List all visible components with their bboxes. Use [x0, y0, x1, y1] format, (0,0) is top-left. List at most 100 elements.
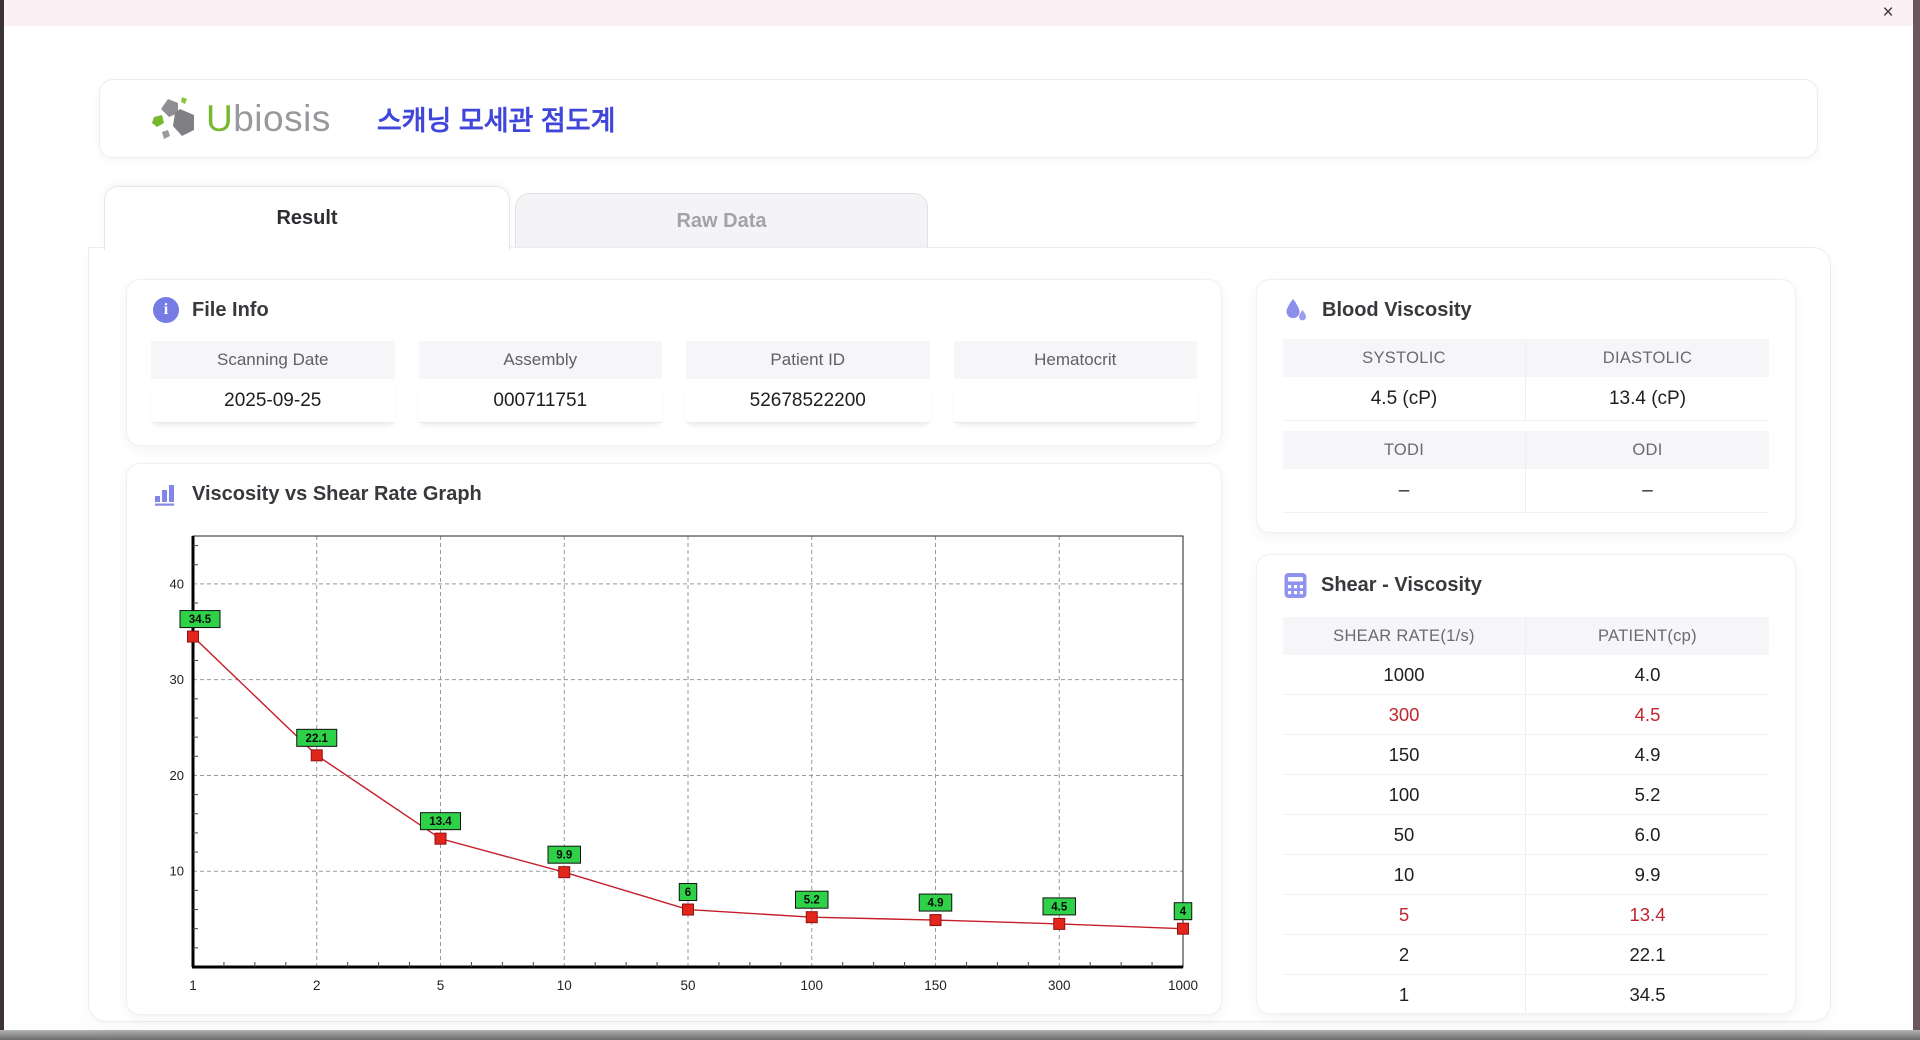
- blood-viscosity-card: Blood Viscosity SYSTOLIC DIASTOLIC 4.5 (cP…: [1256, 279, 1796, 533]
- svg-text:4.9: 4.9: [928, 898, 944, 910]
- file-info-field-label: Assembly: [418, 341, 662, 379]
- viscosity-chart: 10 20 30 40 1 2 5 10 50 100 150 300 1000 34.5 22.1 13.4…: [153, 524, 1213, 1004]
- patient-viscosity-cell: 4.0: [1634, 663, 1661, 685]
- blood-viscosity-table: SYSTOLIC DIASTOLIC 4.5 (cP) 13.4 (cP): [1283, 339, 1769, 421]
- svg-text:9.9: 9.9: [556, 850, 572, 862]
- svg-text:10: 10: [170, 864, 184, 879]
- svg-text:34.5: 34.5: [189, 614, 212, 626]
- table-row: 50 6.0: [1283, 815, 1769, 855]
- patient-viscosity-cell: 5.2: [1634, 783, 1661, 805]
- svg-text:1000: 1000: [1168, 978, 1198, 993]
- shear-rate-column-header: SHEAR RATE(1/s): [1283, 617, 1526, 655]
- file-info-field-value: 2025-09-25: [151, 379, 395, 423]
- patient-viscosity-cell: 34.5: [1629, 983, 1666, 1005]
- bv-header-cell: ODI: [1526, 431, 1769, 469]
- bv-header-cell: TODI: [1283, 431, 1526, 469]
- shear-rate-cell: 1: [1283, 975, 1526, 1014]
- shear-table: SHEAR RATE(1/s) PATIENT(cp) 1000 4.0 300 4.…: [1257, 611, 1795, 1015]
- svg-text:300: 300: [1048, 978, 1071, 993]
- bv-value-cell: –: [1526, 469, 1769, 513]
- file-info-card: i File Info Scanning Date 2025-09-25 Assem…: [126, 279, 1222, 446]
- svg-text:20: 20: [170, 768, 184, 783]
- shear-rate-cell: 300: [1283, 695, 1526, 734]
- svg-text:1: 1: [189, 978, 197, 993]
- svg-text:4.5: 4.5: [1051, 901, 1068, 913]
- svg-text:13.4: 13.4: [429, 816, 452, 828]
- file-info-field-label: Patient ID: [686, 341, 930, 379]
- info-icon: i: [153, 297, 179, 323]
- app-subtitle: 스캐닝 모세관 점도계: [376, 106, 616, 136]
- svg-text:150: 150: [924, 978, 947, 993]
- shear-viscosity-header: Shear - Viscosity: [1257, 555, 1795, 611]
- patient-viscosity-cell: 6.0: [1634, 823, 1661, 845]
- table-row: 10 9.9: [1283, 855, 1769, 895]
- logo-text: Ubiosis: [206, 98, 331, 140]
- bar-chart-icon: [155, 485, 174, 506]
- shear-rate-cell: 50: [1283, 815, 1526, 854]
- file-info-field-label: Hematocrit: [953, 341, 1197, 379]
- table-row: 150 4.9: [1283, 735, 1769, 775]
- shear-rate-cell: 10: [1283, 855, 1526, 894]
- table-row: 1 34.5: [1283, 975, 1769, 1015]
- svg-text:100: 100: [800, 978, 823, 993]
- file-info-column: Assembly 000711751: [418, 341, 662, 423]
- file-info-column: Scanning Date 2025-09-25: [151, 341, 395, 423]
- shear-rate-cell: 100: [1283, 775, 1526, 814]
- calculator-icon: [1284, 573, 1307, 598]
- file-info-field-value: [953, 379, 1197, 423]
- logo-text-rest: biosis: [233, 97, 331, 139]
- table-row: 300 4.5: [1283, 695, 1769, 735]
- patient-viscosity-cell: 13.4: [1629, 903, 1666, 925]
- svg-text:6: 6: [685, 887, 691, 899]
- svg-text:22.1: 22.1: [306, 733, 329, 745]
- app-logo: Ubiosis: [148, 93, 331, 145]
- patient-viscosity-cell: 9.9: [1634, 863, 1661, 885]
- table-row: 2 22.1: [1283, 935, 1769, 975]
- tab-result[interactable]: Result: [104, 186, 510, 250]
- svg-text:30: 30: [170, 672, 184, 687]
- shear-rate-cell: 2: [1283, 935, 1526, 974]
- svg-text:10: 10: [557, 978, 572, 993]
- table-row: 5 13.4: [1283, 895, 1769, 935]
- content-panel: i File Info Scanning Date 2025-09-25 Assem…: [88, 247, 1831, 1022]
- file-info-field-label: Scanning Date: [151, 341, 395, 379]
- logo-text-u: U: [206, 97, 234, 139]
- bv-value-cell: –: [1283, 469, 1526, 513]
- table-row: 100 5.2: [1283, 775, 1769, 815]
- close-icon[interactable]: ×: [1875, 0, 1901, 26]
- svg-text:2: 2: [313, 978, 321, 993]
- shear-table-rows: 1000 4.0 300 4.5 150 4.9 100 5.2 50 6.0 10 9.9 5 13.4…: [1283, 655, 1769, 1015]
- blood-viscosity-title: Blood Viscosity: [1322, 298, 1472, 321]
- svg-text:40: 40: [170, 576, 184, 591]
- blood-viscosity-body: SYSTOLIC DIASTOLIC 4.5 (cP) 13.4 (cP) TODI OD…: [1257, 335, 1795, 513]
- table-row: 1000 4.0: [1283, 655, 1769, 695]
- window-bottom-edge: [0, 1030, 1920, 1040]
- tab-rawdata[interactable]: Raw Data: [515, 193, 928, 249]
- file-info-title: File Info: [192, 298, 269, 321]
- window-right-edge: [1913, 0, 1920, 1040]
- window-titlebar: ×: [4, 0, 1913, 26]
- blood-viscosity-table: TODI ODI – –: [1283, 431, 1769, 513]
- shear-table-header: SHEAR RATE(1/s) PATIENT(cp): [1283, 617, 1769, 655]
- shear-viscosity-card: Shear - Viscosity SHEAR RATE(1/s) PATIEN…: [1256, 554, 1796, 1015]
- shear-rate-cell: 5: [1283, 895, 1526, 934]
- file-info-field-value: 52678522200: [686, 379, 930, 423]
- graph-card: Viscosity vs Shear Rate Graph 10 20 30 40 1 2…: [126, 463, 1222, 1015]
- bv-header-cell: SYSTOLIC: [1283, 339, 1526, 377]
- patient-viscosity-cell: 4.5: [1634, 703, 1661, 725]
- bv-value-cell: 4.5 (cP): [1283, 377, 1526, 421]
- bv-header-cell: DIASTOLIC: [1526, 339, 1769, 377]
- file-info-field-value: 000711751: [418, 379, 662, 423]
- file-info-column: Patient ID 52678522200: [686, 341, 930, 423]
- file-info-grid: Scanning Date 2025-09-25 Assembly 000711751…: [127, 335, 1221, 423]
- svg-text:5: 5: [437, 978, 445, 993]
- droplets-icon: [1286, 299, 1306, 321]
- viscosity-chart-svg: 10 20 30 40 1 2 5 10 50 100 150 300 1000 34.5 22.1 13.4…: [170, 535, 1198, 993]
- svg-text:50: 50: [680, 978, 695, 993]
- logo-mark-icon: [152, 96, 194, 139]
- app-header: Ubiosis 스캐닝 모세관 점도계: [99, 79, 1818, 158]
- patient-viscosity-cell: 4.9: [1634, 743, 1661, 765]
- shear-rate-cell: 150: [1283, 735, 1526, 774]
- file-info-column: Hematocrit: [953, 341, 1197, 423]
- shear-rate-cell: 1000: [1283, 655, 1526, 694]
